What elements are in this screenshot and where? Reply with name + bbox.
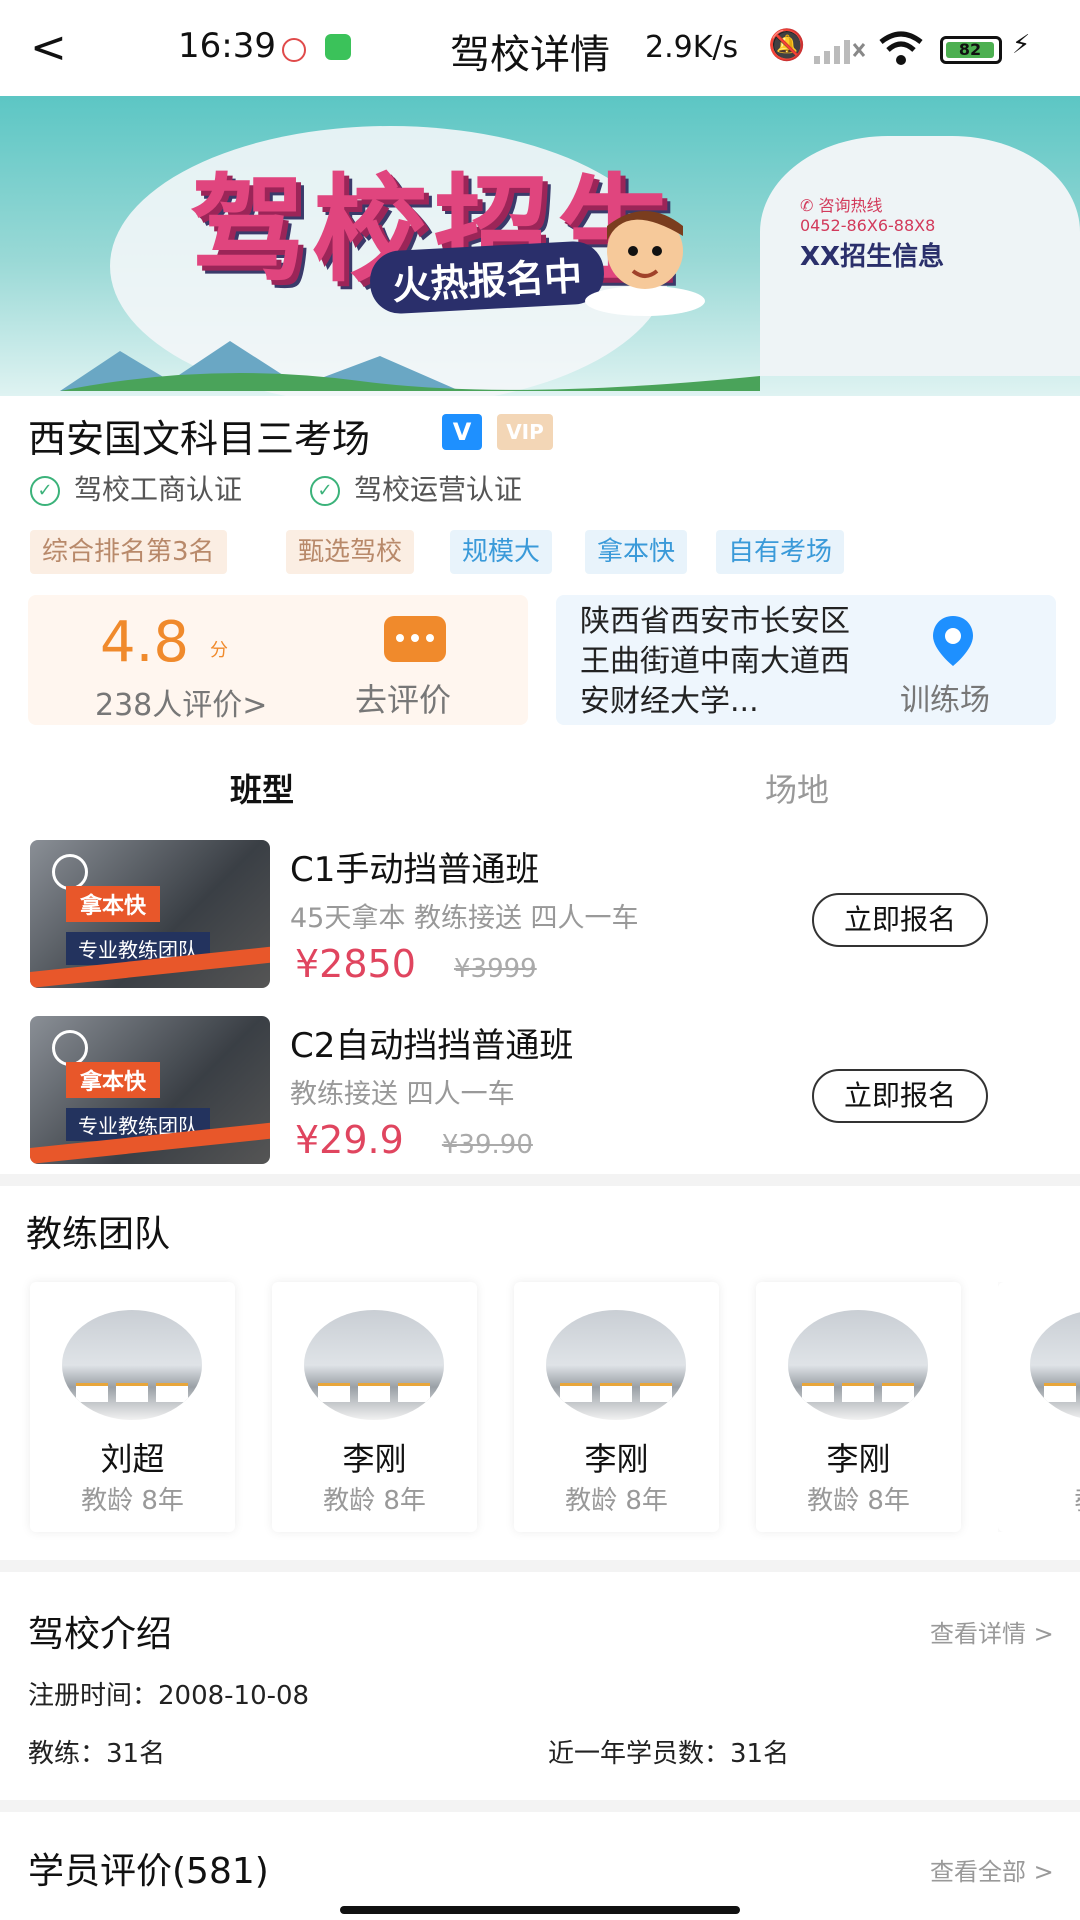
view-all-reviews-link[interactable]: 查看全部 > bbox=[930, 1852, 1054, 1887]
coach-name: 李刚 bbox=[584, 1440, 649, 1478]
view-details-link[interactable]: 查看详情 > bbox=[930, 1614, 1054, 1649]
thumb-badge-fast: 拿本快 bbox=[66, 886, 161, 922]
charging-icon: ⚡ bbox=[1012, 30, 1031, 60]
course-thumbnail[interactable]: 拿本快 专业教练团队 bbox=[30, 840, 270, 988]
status-bar: < 16:39 驾校详情 2.9K/s 🔕 82 ⚡ bbox=[0, 0, 1080, 96]
school-name: 西安国文科目三考场 bbox=[28, 417, 371, 461]
app-badge-icon bbox=[325, 34, 351, 60]
wifi-icon bbox=[879, 31, 923, 65]
signal-icon bbox=[814, 40, 866, 64]
check-circle-icon: ✓ bbox=[30, 476, 60, 506]
address-text: 陕西省西安市长安区王曲街道中南大道西安财经大学... bbox=[580, 604, 850, 719]
silent-icon: 🔕 bbox=[768, 28, 806, 63]
tag-selected: 甄选驾校 bbox=[286, 530, 415, 574]
home-indicator[interactable] bbox=[340, 1906, 740, 1914]
course-features: 教练接送 四人一车 bbox=[290, 1079, 515, 1110]
tag-fast-license: 拿本快 bbox=[585, 530, 688, 574]
coach-experience: 教龄 8年 bbox=[807, 1486, 910, 1516]
school-intro-heading: 驾校介绍 bbox=[28, 1614, 173, 1655]
comment-icon[interactable] bbox=[384, 616, 446, 662]
course-thumbnail[interactable]: 拿本快 专业教练团队 bbox=[30, 1016, 270, 1164]
section-divider bbox=[0, 1174, 1080, 1186]
location-pin-icon[interactable] bbox=[930, 614, 976, 668]
no-entry-icon bbox=[52, 1030, 88, 1066]
course-title[interactable]: C2自动挡挡普通班 bbox=[290, 1018, 573, 1067]
cert-label: 驾校运营认证 bbox=[354, 473, 523, 506]
coach-name: 李刚 bbox=[826, 1440, 891, 1478]
coach-avatar bbox=[62, 1310, 202, 1420]
verified-icon: V bbox=[442, 414, 482, 450]
course-original-price: ¥3999 bbox=[453, 954, 537, 984]
coach-experience: 教龄 8年 bbox=[81, 1486, 184, 1516]
coach-card[interactable]: 李刚 教龄 8年 bbox=[756, 1282, 961, 1532]
cert-business: ✓ 驾校工商认证 bbox=[30, 470, 242, 510]
hotline-number: 0452-86X6-88X8 bbox=[800, 216, 936, 235]
vip-badge: VIP bbox=[497, 414, 553, 450]
coach-card[interactable]: 李 教龄 bbox=[998, 1282, 1080, 1532]
coach-name: 刘超 bbox=[100, 1440, 165, 1478]
coach-avatar bbox=[546, 1310, 686, 1420]
course-price: ¥2850 bbox=[295, 942, 416, 986]
review-count-link[interactable]: 238人评价> bbox=[95, 680, 267, 724]
no-entry-icon bbox=[52, 854, 88, 890]
banner-hills-illustration bbox=[60, 341, 760, 391]
coach-experience: 教龄 8年 bbox=[323, 1486, 426, 1516]
student-reviews-heading: 学员评价(581) bbox=[28, 1851, 269, 1892]
course-title[interactable]: C1手动挡普通班 bbox=[290, 842, 539, 891]
network-speed: 2.9K/s bbox=[645, 30, 739, 65]
cert-operation: ✓ 驾校运营认证 bbox=[310, 470, 522, 510]
signup-button[interactable]: 立即报名 bbox=[812, 1069, 988, 1123]
signup-button[interactable]: 立即报名 bbox=[812, 893, 988, 947]
training-field-label[interactable]: 训练场 bbox=[900, 675, 990, 719]
banner-hotline: ✆ 咨询热线 0452-86X6-88X8 bbox=[800, 196, 935, 236]
rating-unit: 分 bbox=[210, 640, 228, 661]
status-time: 16:39 bbox=[178, 26, 276, 66]
coach-avatar bbox=[1030, 1310, 1080, 1420]
cert-label: 驾校工商认证 bbox=[74, 473, 243, 506]
course-price-row: ¥2850 ¥3999 bbox=[295, 942, 537, 986]
coach-avatar bbox=[788, 1310, 928, 1420]
section-divider bbox=[0, 1560, 1080, 1572]
banner-info-text: XX招生信息 bbox=[800, 242, 945, 272]
coach-card[interactable]: 李刚 教龄 8年 bbox=[272, 1282, 477, 1532]
course-features: 45天拿本 教练接送 四人一车 bbox=[290, 903, 639, 934]
coach-name: 李 bbox=[998, 1434, 1080, 1480]
tab-class-type[interactable]: 班型 bbox=[230, 765, 294, 811]
promo-banner[interactable]: 驾校招生 火热报名中 ✆ 咨询热线 0452-86X6-88X8 XX招生信息 bbox=[0, 96, 1080, 396]
student-count: 近一年学员数：31名 bbox=[548, 1739, 790, 1769]
coach-card-clip: 李 教龄 bbox=[998, 1282, 1080, 1532]
coach-experience: 教龄 bbox=[998, 1480, 1080, 1517]
coach-card[interactable]: 刘超 教龄 8年 bbox=[30, 1282, 235, 1532]
coach-team-heading: 教练团队 bbox=[26, 1214, 171, 1255]
back-arrow-icon[interactable]: < bbox=[30, 20, 80, 76]
tag-own-venue: 自有考场 bbox=[716, 530, 845, 574]
registration-date: 注册时间：2008-10-08 bbox=[28, 1681, 310, 1711]
tag-ranking: 综合排名第3名 bbox=[30, 530, 227, 574]
coach-experience: 教龄 8年 bbox=[565, 1486, 668, 1516]
course-price-row: ¥29.9 ¥39.90 bbox=[295, 1118, 533, 1162]
battery-icon: 82 bbox=[940, 36, 1002, 64]
battery-level: 82 bbox=[946, 42, 994, 58]
coach-count: 教练：31名 bbox=[28, 1739, 166, 1769]
section-divider bbox=[0, 1800, 1080, 1812]
banner-sub-text: 火热报名中 bbox=[368, 239, 606, 316]
course-original-price: ¥39.90 bbox=[441, 1130, 533, 1160]
rating-score: 4.8 bbox=[100, 610, 190, 675]
app-notification-icon bbox=[282, 38, 306, 62]
go-review-button[interactable]: 去评价 bbox=[355, 675, 451, 721]
coach-avatar bbox=[304, 1310, 444, 1420]
coach-card[interactable]: 李刚 教龄 8年 bbox=[514, 1282, 719, 1532]
tab-venue[interactable]: 场地 bbox=[765, 765, 829, 811]
check-circle-icon: ✓ bbox=[310, 476, 340, 506]
course-price: ¥29.9 bbox=[295, 1118, 404, 1162]
tag-large-scale: 规模大 bbox=[450, 530, 553, 574]
mascot-illustration bbox=[585, 211, 705, 316]
coach-name: 李刚 bbox=[342, 1440, 407, 1478]
page-title: 驾校详情 bbox=[450, 32, 610, 78]
hotline-label: ✆ 咨询热线 bbox=[800, 196, 883, 215]
thumb-badge-fast: 拿本快 bbox=[66, 1062, 161, 1098]
